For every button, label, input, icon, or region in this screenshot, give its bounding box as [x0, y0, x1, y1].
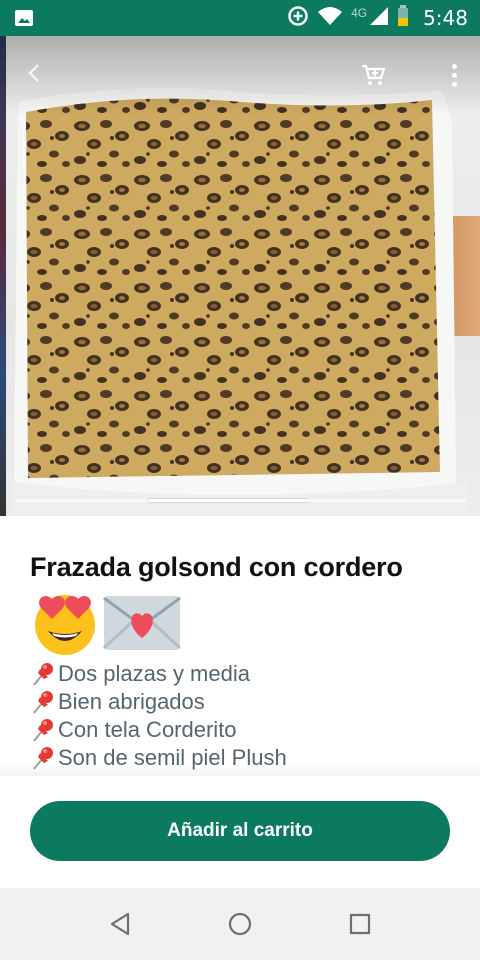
image-top-scrim	[0, 36, 480, 116]
product-title: Frazada golsond con cordero	[30, 552, 403, 582]
description-text: Bien abrigados	[58, 689, 205, 714]
add-to-cart-button[interactable]: Añadir al carrito	[30, 801, 450, 861]
heart-eyes-emoji-icon	[30, 587, 100, 662]
title-emoji-row	[30, 588, 450, 660]
description-line: Dos plazas y media	[30, 660, 450, 688]
clock: 5:48	[423, 6, 468, 30]
home-circle-icon[interactable]	[226, 910, 254, 938]
action-area: Añadir al carrito	[0, 776, 480, 888]
product-details: Frazada golsond con cordero Dos plazas y…	[0, 516, 480, 774]
product-description: Dos plazas y media Bien abrigados Con te…	[30, 660, 450, 772]
pushpin-icon	[30, 717, 56, 743]
love-letter-emoji-icon	[100, 590, 184, 659]
carousel-indicator	[148, 499, 310, 502]
pushpin-icon	[30, 689, 56, 715]
data-saver-icon	[287, 5, 309, 32]
more-options-icon[interactable]	[450, 64, 458, 92]
wifi-icon	[317, 6, 343, 31]
battery-icon	[397, 4, 409, 32]
back-icon[interactable]	[20, 58, 50, 88]
description-line: Con tela Corderito	[30, 716, 450, 744]
description-text: Con tela Corderito	[58, 717, 237, 742]
pushpin-icon	[30, 661, 56, 687]
description-text: Dos plazas y media	[58, 661, 250, 686]
product-photo	[12, 62, 468, 512]
image-notification-icon	[14, 8, 34, 28]
system-navigation-bar	[0, 888, 480, 960]
description-line: Bien abrigados	[30, 688, 450, 716]
product-image-carousel[interactable]	[0, 36, 480, 516]
back-triangle-icon[interactable]	[106, 910, 134, 938]
signal-icon	[369, 6, 389, 31]
cart-icon[interactable]	[360, 62, 386, 88]
network-type: 4G	[351, 6, 368, 20]
status-bar: 4G 5:48	[0, 0, 480, 36]
recents-square-icon[interactable]	[346, 910, 374, 938]
